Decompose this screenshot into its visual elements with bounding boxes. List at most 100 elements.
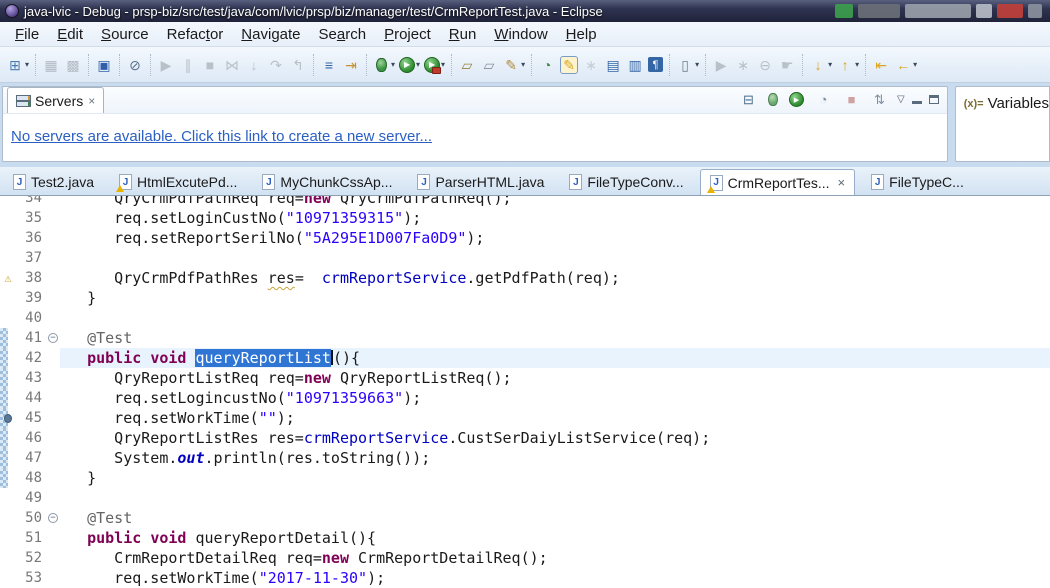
- code-text[interactable]: QryReportListRes res=crmReportService.Cu…: [60, 428, 1050, 448]
- servers-tool-dropdown-icon[interactable]: ▾: [695, 60, 699, 69]
- previous-annotation-button[interactable]: ↑▾: [834, 54, 861, 76]
- ime-toolbar-button[interactable]: [905, 4, 971, 18]
- show-javadoc-button[interactable]: ▤: [602, 54, 624, 76]
- code-text[interactable]: [60, 488, 1050, 508]
- code-text[interactable]: QryReportListReq req=new QryReportListRe…: [60, 368, 1050, 388]
- menu-search[interactable]: Search: [310, 24, 376, 45]
- ime-options-button[interactable]: [976, 4, 992, 18]
- tab-variables[interactable]: (x)= Variables: [964, 95, 1049, 112]
- editor-tab-label: FileTypeC...: [889, 174, 964, 190]
- debug-server-button[interactable]: [766, 91, 780, 108]
- debug-dropdown-icon[interactable]: ▾: [391, 60, 395, 69]
- code-text[interactable]: public void queryReportDetail(){: [60, 528, 1050, 548]
- code-text[interactable]: CrmReportDetailReq req=new CrmReportDeta…: [60, 548, 1050, 568]
- step-over-button: ↷: [265, 54, 287, 76]
- editor-tab-crmreporttes-[interactable]: JCrmReportTes...×: [700, 169, 856, 196]
- ime-end-button[interactable]: [1028, 4, 1042, 18]
- menu-help[interactable]: Help: [557, 24, 606, 45]
- menu-run[interactable]: Run: [440, 24, 486, 45]
- editor-tab-htmlexcutepd-[interactable]: JHtmlExcutePd...: [110, 169, 246, 195]
- open-type-button[interactable]: ▱: [456, 54, 478, 76]
- code-text[interactable]: [60, 248, 1050, 268]
- menu-window[interactable]: Window: [485, 24, 556, 45]
- code-segment: =: [295, 269, 322, 287]
- code-text[interactable]: QryCrmPdfPathReq req=new QryCrmPdfPathRe…: [60, 196, 1050, 208]
- servers-tool-button[interactable]: ▯▾: [674, 54, 701, 76]
- previous-annotation-dropdown-icon[interactable]: ▾: [855, 60, 859, 69]
- ime-language-button[interactable]: [835, 4, 853, 18]
- editor-tab-filetypeconv-[interactable]: JFileTypeConv...: [560, 169, 692, 195]
- code-text[interactable]: req.setReportSerilNo("5A295E1D007Fa0D9")…: [60, 228, 1050, 248]
- editor-tab-filetypec-[interactable]: JFileTypeC...: [862, 169, 973, 195]
- code-text[interactable]: public void queryReportList(){: [60, 348, 1050, 368]
- code-text[interactable]: @Test: [60, 328, 1050, 348]
- skip-all-breakpoints-button[interactable]: ⊘: [124, 54, 146, 76]
- toggle-mark-occurrences-button[interactable]: ✎: [558, 54, 580, 76]
- menu-source[interactable]: Source: [92, 24, 158, 45]
- publish-server-button[interactable]: ⇅: [869, 89, 890, 110]
- menu-file[interactable]: File: [6, 24, 48, 45]
- code-text[interactable]: req.setLoginCustNo("10971359315");: [60, 208, 1050, 228]
- line-number: 36: [8, 230, 46, 246]
- menu-refactor[interactable]: Refactor: [158, 24, 233, 45]
- editor-tab-parserhtml-java[interactable]: JParserHTML.java: [408, 169, 553, 195]
- minimize-view-icon[interactable]: [912, 101, 922, 104]
- code-text[interactable]: QryCrmPdfPathRes res= crmReportService.g…: [60, 268, 1050, 288]
- menu-project[interactable]: Project: [375, 24, 440, 45]
- code-text[interactable]: [60, 308, 1050, 328]
- collapse-fold-icon[interactable]: −: [48, 513, 58, 523]
- debug-button[interactable]: ▾: [371, 54, 397, 76]
- open-console-button[interactable]: ▣: [93, 54, 115, 76]
- code-text[interactable]: @Test: [60, 508, 1050, 528]
- code-text[interactable]: req.setLogincustNo("10971359663");: [60, 388, 1050, 408]
- editor-tab-close-icon[interactable]: ×: [838, 175, 846, 190]
- start-server-button[interactable]: ▶: [787, 90, 806, 109]
- show-skipped-lines-icon: ≡: [320, 56, 338, 74]
- coverage-button[interactable]: ▶▾: [422, 55, 447, 75]
- synchronize-button[interactable]: ◔: [536, 54, 558, 76]
- toolbar-separator: [802, 54, 803, 76]
- back-button[interactable]: ←▾: [892, 54, 919, 76]
- next-annotation-dropdown-icon[interactable]: ▾: [828, 60, 832, 69]
- show-skipped-lines-button[interactable]: ≡: [318, 54, 340, 76]
- java-search-button[interactable]: ✎▾: [500, 54, 527, 76]
- editor-tab-mychunkcssap-[interactable]: JMyChunkCssAp...: [253, 169, 401, 195]
- code-text[interactable]: req.setWorkTime("2017-11-30");: [60, 568, 1050, 588]
- next-annotation-button[interactable]: ↓▾: [807, 54, 834, 76]
- java-file-icon: J: [417, 174, 430, 190]
- tab-servers[interactable]: Servers ×: [7, 87, 104, 113]
- back-dropdown-icon[interactable]: ▾: [913, 60, 917, 69]
- run-button[interactable]: ▶▾: [397, 55, 422, 75]
- close-button[interactable]: [997, 4, 1023, 18]
- java-search-dropdown-icon[interactable]: ▾: [521, 60, 525, 69]
- open-resource-button[interactable]: ▱: [478, 54, 500, 76]
- collapse-all-button[interactable]: ⊟: [738, 89, 759, 110]
- coverage-dropdown-icon[interactable]: ▾: [441, 60, 445, 69]
- new-wizard-button[interactable]: ⊞▾: [4, 54, 31, 76]
- run-dropdown-icon[interactable]: ▾: [416, 60, 420, 69]
- code-text[interactable]: req.setWorkTime("");: [60, 408, 1050, 428]
- toolbar-separator: [119, 54, 120, 76]
- code-text[interactable]: }: [60, 288, 1050, 308]
- code-text[interactable]: System.out.println(res.toString());: [60, 448, 1050, 468]
- show-source-button[interactable]: ▥: [624, 54, 646, 76]
- menu-edit[interactable]: Edit: [48, 24, 92, 45]
- use-step-filters-button[interactable]: ⇥: [340, 54, 362, 76]
- code-line: 44 req.setLogincustNo("10971359663");: [0, 388, 1050, 408]
- code-text[interactable]: }: [60, 468, 1050, 488]
- last-edit-location-button[interactable]: ⇤: [870, 54, 892, 76]
- show-whitespace-button[interactable]: ¶: [646, 55, 665, 74]
- new-wizard-dropdown-icon[interactable]: ▾: [25, 60, 29, 69]
- profile-server-button[interactable]: ◔: [813, 89, 834, 110]
- ime-mode-button[interactable]: [858, 4, 900, 18]
- collapse-fold-icon[interactable]: −: [48, 333, 58, 343]
- toolbar-separator: [865, 54, 866, 76]
- servers-tab-close-icon[interactable]: ×: [88, 94, 95, 108]
- view-menu-icon[interactable]: ▽: [897, 94, 905, 105]
- code-line: 50− @Test: [0, 508, 1050, 528]
- code-editor[interactable]: 34 QryCrmPdfPathReq req=new QryCrmPdfPat…: [0, 196, 1050, 588]
- editor-tab-test2-java[interactable]: JTest2.java: [4, 169, 103, 195]
- maximize-view-icon[interactable]: [929, 95, 939, 104]
- create-new-server-link[interactable]: No servers are available. Click this lin…: [11, 128, 432, 145]
- menu-navigate[interactable]: Navigate: [232, 24, 309, 45]
